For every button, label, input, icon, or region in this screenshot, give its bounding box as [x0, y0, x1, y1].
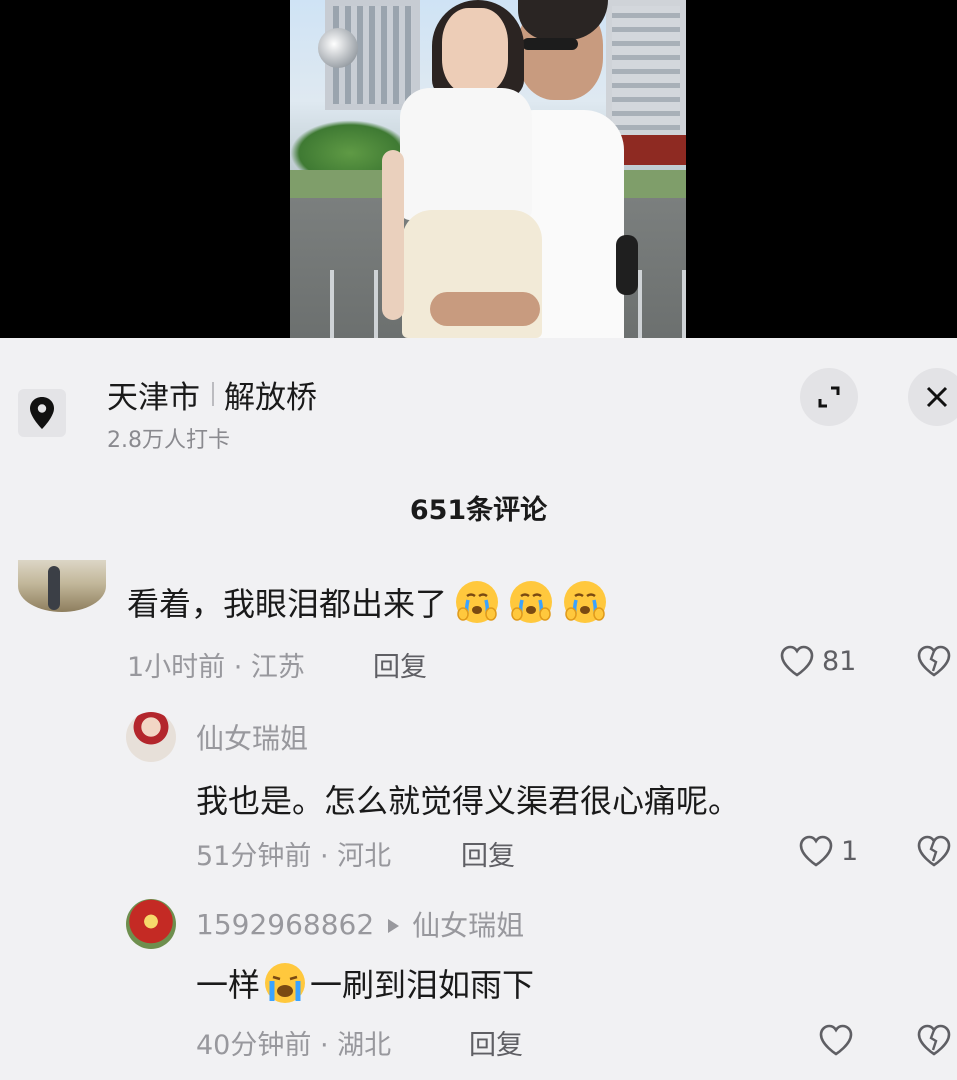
close-icon: [926, 386, 948, 408]
broken-heart-icon: [917, 1024, 951, 1056]
broken-heart-icon: [917, 645, 951, 677]
avatar[interactable]: [126, 899, 176, 949]
loudly-crying-face-icon: [265, 963, 306, 1003]
reply-username-row: 1592968862 仙女瑞姐: [196, 904, 524, 944]
username[interactable]: 1592968862: [196, 908, 374, 941]
dislike-button[interactable]: [915, 643, 953, 683]
location-pin-icon[interactable]: [18, 389, 66, 437]
avatar[interactable]: [18, 560, 106, 612]
heart-icon: [819, 1024, 853, 1056]
heart-icon: [799, 835, 833, 867]
reply-button[interactable]: 回复: [373, 645, 427, 684]
comment-text: 看着，我眼泪都出来了: [127, 578, 609, 626]
location-title[interactable]: 天津市 解放桥: [107, 372, 317, 416]
location-city: 天津市: [107, 379, 200, 416]
like-button[interactable]: 1: [797, 833, 858, 869]
reply-to-username[interactable]: 仙女瑞姐: [412, 904, 524, 944]
location-place: 解放桥: [224, 379, 317, 416]
username[interactable]: 仙女瑞姐: [196, 717, 308, 757]
expand-button[interactable]: [800, 368, 858, 426]
like-button[interactable]: [817, 1022, 861, 1058]
reply-button[interactable]: 回复: [461, 834, 515, 873]
avatar[interactable]: [126, 712, 176, 762]
location-checkins: 2.8万人打卡: [107, 428, 230, 453]
comment-count-title: 651条评论: [409, 495, 548, 526]
expand-icon: [818, 386, 840, 408]
comment-meta: 1小时前 · 江苏: [127, 652, 305, 683]
dislike-button[interactable]: [915, 1022, 953, 1062]
comment-meta: 40分钟前 · 湖北: [196, 1030, 392, 1061]
reply-arrow-icon: [386, 908, 400, 941]
dislike-button[interactable]: [915, 833, 953, 873]
like-count: 81: [822, 645, 857, 677]
crying-face-icon: [510, 581, 553, 623]
like-count: 1: [841, 835, 859, 867]
comment-meta: 51分钟前 · 河北: [196, 841, 392, 872]
video-player[interactable]: [0, 0, 957, 338]
video-frame-image: [290, 0, 686, 338]
close-button[interactable]: [908, 368, 957, 426]
broken-heart-icon: [917, 835, 951, 867]
comment-text: 我也是。怎么就觉得义渠君很心痛呢。: [196, 782, 741, 820]
heart-icon: [780, 645, 814, 677]
crying-face-icon: [564, 581, 607, 623]
like-button[interactable]: 81: [778, 643, 856, 679]
reply-button[interactable]: 回复: [469, 1023, 523, 1062]
location-divider: [212, 382, 214, 406]
crying-face-icon: [456, 581, 499, 623]
comment-text: 一样 一刷到泪如雨下: [196, 960, 534, 1006]
